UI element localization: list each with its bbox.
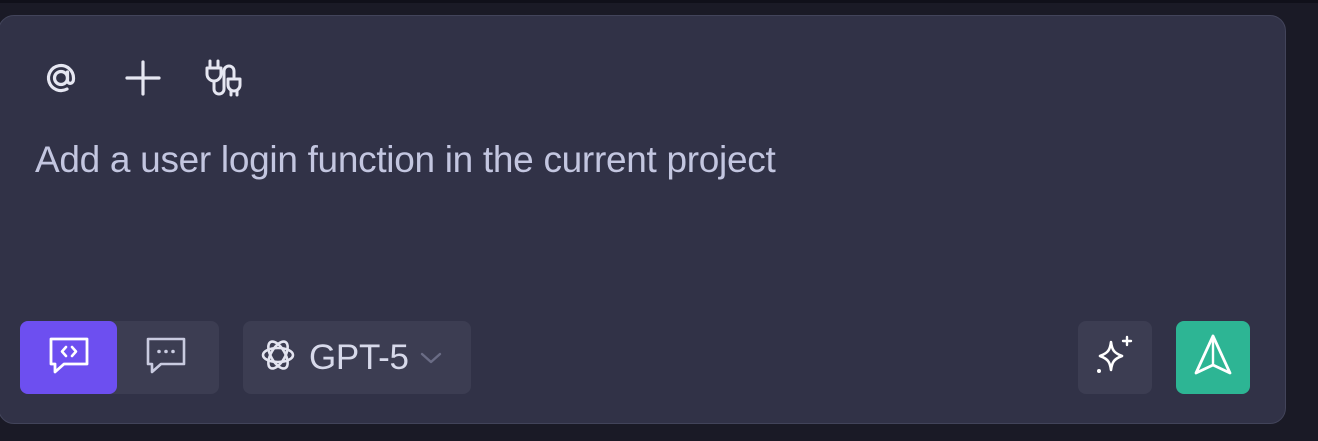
openai-icon xyxy=(257,334,299,381)
mode-toggle xyxy=(20,321,219,394)
enhance-prompt-button[interactable] xyxy=(1078,321,1152,394)
window-top-edge xyxy=(0,0,1318,3)
at-mention-button[interactable] xyxy=(36,53,86,103)
code-chat-icon xyxy=(46,334,92,381)
send-button[interactable] xyxy=(1176,321,1250,394)
send-icon xyxy=(1190,331,1236,384)
chevron-down-icon xyxy=(419,350,443,366)
add-context-button[interactable] xyxy=(118,53,168,103)
plugin-button[interactable] xyxy=(200,53,250,103)
chat-mode-button[interactable] xyxy=(117,321,214,394)
input-toolbar xyxy=(36,52,282,104)
prompt-input[interactable]: Add a user login function in the current… xyxy=(35,139,776,181)
plugin-icon xyxy=(201,56,249,100)
chat-icon xyxy=(143,334,189,381)
sparkle-icon xyxy=(1092,332,1138,383)
at-mention-icon xyxy=(39,56,83,100)
model-selector[interactable]: GPT-5 xyxy=(243,321,471,394)
plus-icon xyxy=(121,56,165,100)
code-mode-button[interactable] xyxy=(20,321,117,394)
model-name: GPT-5 xyxy=(309,337,409,377)
